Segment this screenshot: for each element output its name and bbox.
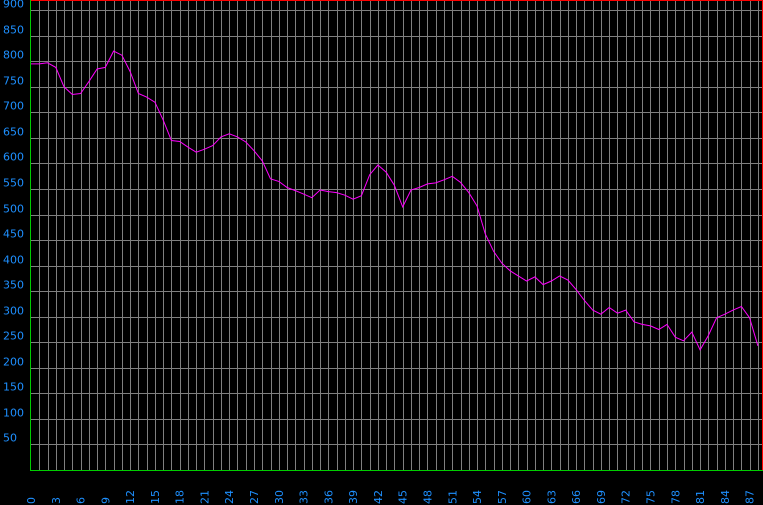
x-tick-label: 84 [719,490,732,504]
line-chart: 5010015020025030035040045050055060065070… [3,0,763,504]
x-tick-label: 81 [694,490,707,504]
x-tick-label: 6 [75,497,88,504]
x-tick-label: 48 [421,490,434,504]
x-tick-label: 24 [223,490,236,504]
y-tick-label: 200 [3,356,24,369]
x-tick-label: 36 [322,490,335,504]
y-tick-label: 550 [3,177,24,190]
y-tick-label: 500 [3,203,24,216]
x-tick-label: 60 [521,490,534,504]
x-tick-label: 18 [174,490,187,504]
x-tick-label: 15 [149,490,162,504]
y-tick-label: 350 [3,279,24,292]
x-tick-label: 72 [620,490,633,504]
x-tick-label: 33 [298,490,311,504]
x-tick-label: 9 [99,497,112,504]
y-tick-label: 250 [3,330,24,343]
y-tick-label: 300 [3,305,24,318]
y-axis-tick-labels: 50 100 150 200 250 300 350 400 450 500 550 600 650 70… [3,0,24,445]
y-tick-label: 50 [3,432,17,445]
x-tick-label: 42 [372,490,385,504]
y-tick-label: 850 [3,24,24,37]
y-tick-label: 450 [3,228,24,241]
y-tick-label: 700 [3,100,24,113]
y-tick-label: 600 [3,151,24,164]
x-tick-label: 66 [570,490,583,504]
x-tick-label: 78 [669,490,682,504]
x-tick-label: 51 [446,490,459,504]
x-tick-label: 12 [124,490,137,504]
x-tick-label: 54 [471,490,484,504]
x-tick-label: 30 [273,490,286,504]
x-axis-tick-labels: 0 3 6 9 12 15 18 21 24 27 30 33 36 39 42 45 48 51 54 57 60 63… [25,490,757,504]
x-tick-label: 69 [595,490,608,504]
x-tick-label: 45 [397,490,410,504]
y-tick-label: 150 [3,381,24,394]
x-tick-label: 3 [50,497,63,504]
plot-background [31,1,762,470]
x-tick-label: 57 [496,490,509,504]
y-tick-label: 800 [3,49,24,62]
y-tick-label: 650 [3,126,24,139]
x-tick-label: 27 [248,490,261,504]
y-tick-label: 100 [3,407,24,420]
x-tick-label: 63 [545,490,558,504]
x-tick-label: 87 [744,490,757,504]
y-tick-label: 400 [3,254,24,267]
x-tick-label: 39 [347,490,360,504]
y-tick-label: 750 [3,75,24,88]
y-tick-label: 900 [3,0,24,11]
x-tick-label: 0 [25,497,38,504]
x-tick-label: 21 [198,490,211,504]
x-tick-label: 75 [644,490,657,504]
